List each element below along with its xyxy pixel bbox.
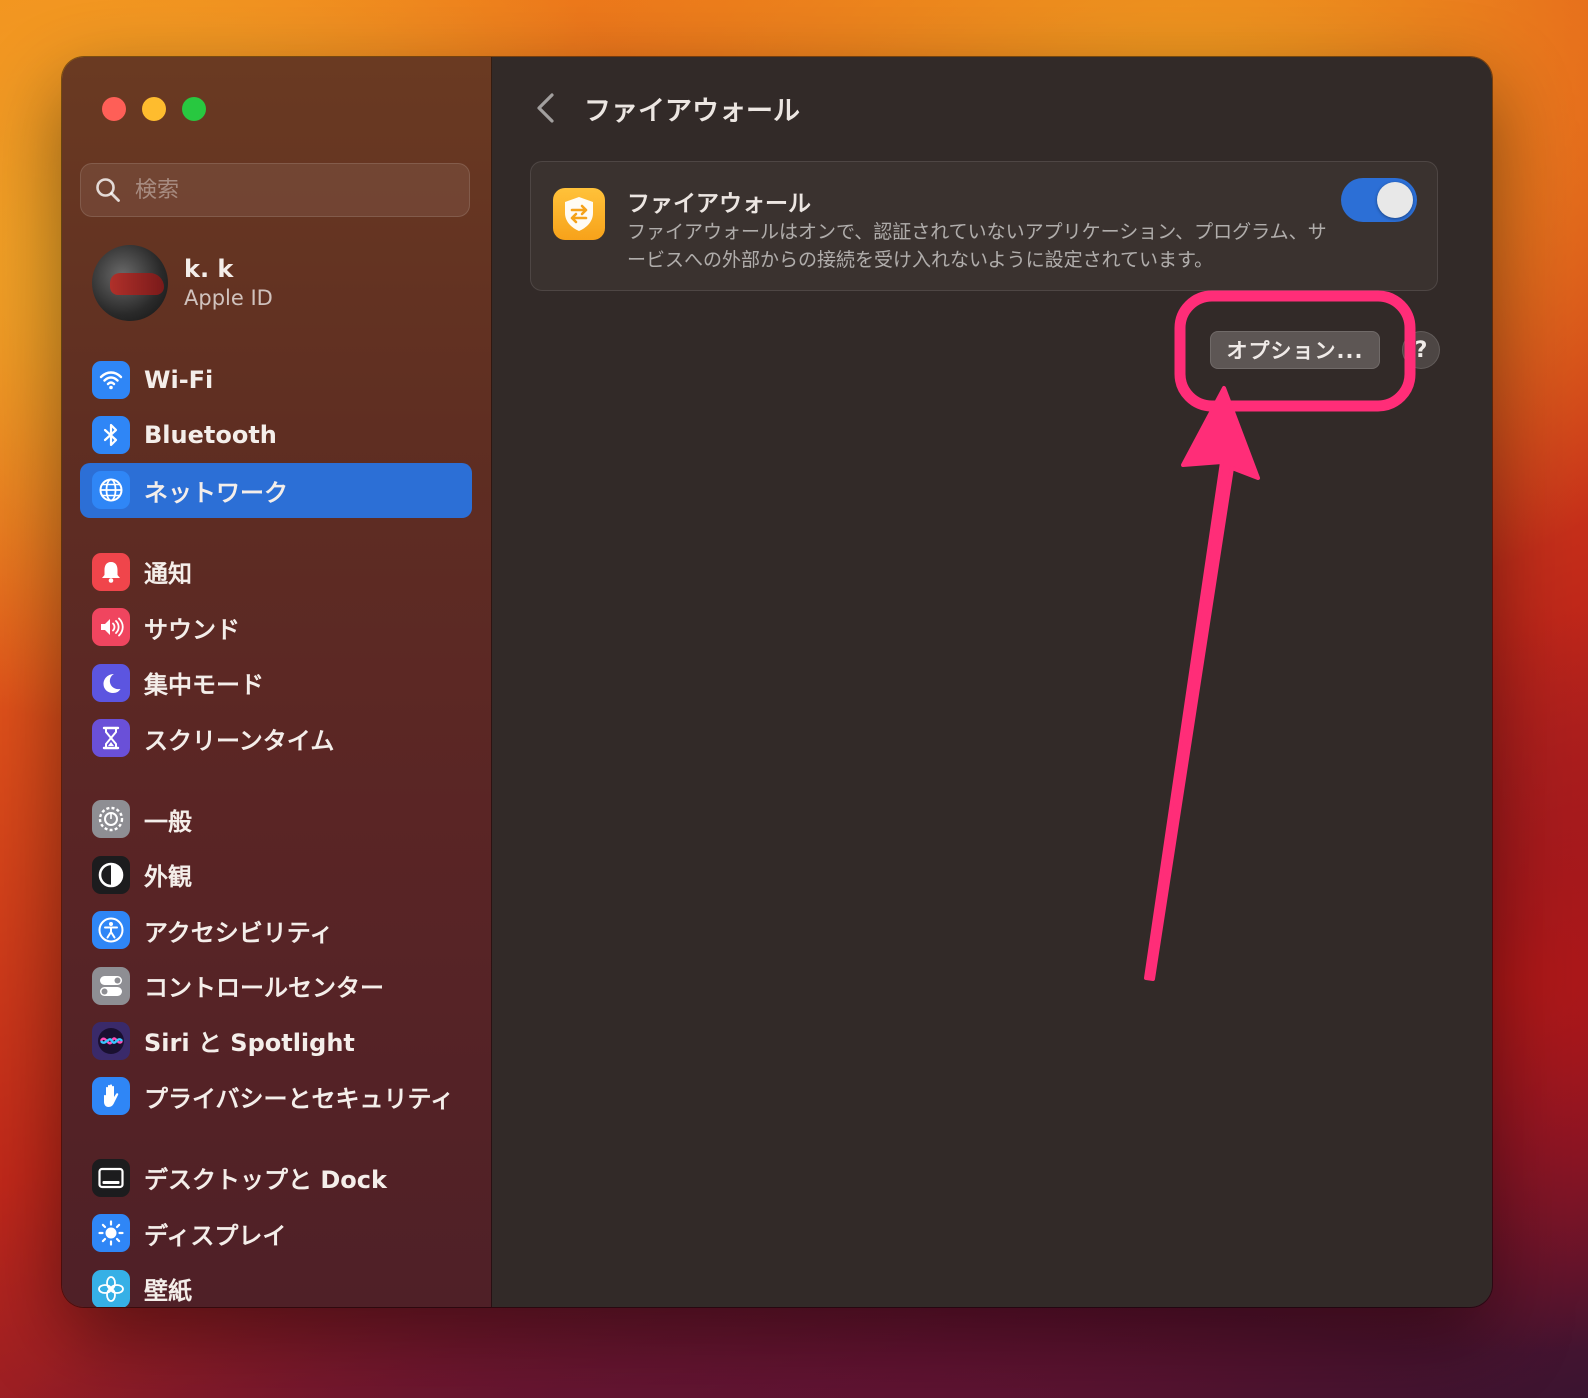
sidebar-nav: Wi-Fi Bluetooth ネットワーク 通知サウンド集中モードスクリーンタイム一… xyxy=(80,352,472,1307)
search-icon xyxy=(96,178,120,202)
sidebar-item-label: サウンド xyxy=(144,615,240,644)
avatar xyxy=(92,245,168,321)
main-pane: ファイアウォール ファイアウォール ファイアウォールはオンで、認証されていないア… xyxy=(492,57,1492,1307)
wifi-icon xyxy=(92,360,130,399)
firewall-description: ファイアウォールはオンで、認証されていないアプリケーション、プログラム、サービス… xyxy=(627,221,1327,271)
gear-icon xyxy=(92,800,130,839)
firewall-icon xyxy=(553,188,605,240)
sidebar-item-flower[interactable]: 壁紙 xyxy=(80,1261,472,1307)
minimize-button[interactable] xyxy=(142,97,166,121)
account-subtitle: Apple ID xyxy=(184,286,273,310)
sidebar-item-gear[interactable]: 一般 xyxy=(80,792,472,847)
sidebar-item-accessibility[interactable]: アクセシビリティ xyxy=(80,903,472,958)
firewall-card: ファイアウォール ファイアウォールはオンで、認証されていないアプリケーション、プ… xyxy=(530,161,1438,291)
sidebar: k. k Apple ID Wi-Fi Bluetooth ネットワーク通知サウンド… xyxy=(62,57,492,1307)
sidebar-item-wifi[interactable]: Wi-Fi xyxy=(80,352,472,407)
dock-icon xyxy=(92,1158,130,1197)
nav-group-gap xyxy=(80,518,472,544)
appearance-icon xyxy=(92,855,130,894)
sidebar-item-label: Bluetooth xyxy=(144,421,277,450)
nav-group-gap xyxy=(80,1124,472,1150)
moon-icon xyxy=(92,663,130,702)
sidebar-item-label: Siri と Spotlight xyxy=(144,1029,355,1058)
toggles-icon xyxy=(92,966,130,1005)
speaker-icon xyxy=(92,608,130,647)
sidebar-item-sun[interactable]: ディスプレイ xyxy=(80,1205,472,1260)
toggle-knob xyxy=(1377,182,1413,218)
flower-icon xyxy=(92,1269,130,1307)
sidebar-item-toggles[interactable]: コントロールセンター xyxy=(80,958,472,1013)
bluetooth-icon xyxy=(92,416,130,455)
sidebar-item-label: 外観 xyxy=(144,863,192,892)
accessibility-icon xyxy=(92,911,130,950)
sidebar-item-bell[interactable]: 通知 xyxy=(80,544,472,599)
page-title: ファイアウォール xyxy=(584,96,800,127)
search-field[interactable] xyxy=(80,163,470,217)
sidebar-item-label: Wi-Fi xyxy=(144,365,214,394)
sidebar-item-siri[interactable]: Siri と Spotlight xyxy=(80,1013,472,1068)
sidebar-item-label: ディスプレイ xyxy=(144,1221,287,1250)
sun-icon xyxy=(92,1214,130,1253)
sidebar-item-appearance[interactable]: 外観 xyxy=(80,847,472,902)
firewall-toggle[interactable] xyxy=(1341,178,1417,222)
sidebar-item-label: コントロールセンター xyxy=(144,974,384,1003)
back-chevron-icon[interactable] xyxy=(532,91,560,125)
sidebar-item-dock[interactable]: デスクトップと Dock xyxy=(80,1150,472,1205)
zoom-button[interactable] xyxy=(182,97,206,121)
traffic-lights xyxy=(102,97,206,121)
sidebar-item-hand[interactable]: プライバシーとセキュリティ xyxy=(80,1069,472,1124)
help-button[interactable]: ? xyxy=(1402,331,1440,369)
sidebar-item-globe[interactable]: ネットワーク xyxy=(80,462,472,519)
apple-id-account[interactable]: k. k Apple ID xyxy=(92,245,273,321)
firewall-title: ファイアウォール xyxy=(627,191,811,217)
sidebar-item-label: プライバシーとセキュリティ xyxy=(144,1084,455,1113)
sidebar-item-label: アクセシビリティ xyxy=(144,918,334,947)
bell-icon xyxy=(92,552,130,591)
hourglass-icon xyxy=(92,719,130,758)
globe-icon xyxy=(92,471,130,510)
hand-icon xyxy=(92,1077,130,1116)
sidebar-item-moon[interactable]: 集中モード xyxy=(80,655,472,710)
close-button[interactable] xyxy=(102,97,126,121)
search-input[interactable] xyxy=(135,177,455,203)
sidebar-item-label: スクリーンタイム xyxy=(144,726,335,755)
sidebar-item-bluetooth[interactable]: Bluetooth xyxy=(80,407,472,462)
sidebar-item-speaker[interactable]: サウンド xyxy=(80,600,472,655)
options-button[interactable]: オプション... xyxy=(1210,331,1380,369)
nav-group-gap xyxy=(80,766,472,792)
sidebar-item-label: ネットワーク xyxy=(144,478,288,507)
sidebar-item-label: デスクトップと Dock xyxy=(144,1166,387,1195)
sidebar-item-label: 一般 xyxy=(144,807,192,836)
sidebar-item-hourglass[interactable]: スクリーンタイム xyxy=(80,710,472,765)
sidebar-item-label: 集中モード xyxy=(144,671,264,700)
sidebar-item-label: 壁紙 xyxy=(144,1277,192,1306)
sidebar-item-label: 通知 xyxy=(144,560,192,589)
settings-window: k. k Apple ID Wi-Fi Bluetooth ネットワーク通知サウンド… xyxy=(62,57,1492,1307)
siri-icon xyxy=(92,1021,130,1060)
account-name: k. k xyxy=(184,255,234,283)
